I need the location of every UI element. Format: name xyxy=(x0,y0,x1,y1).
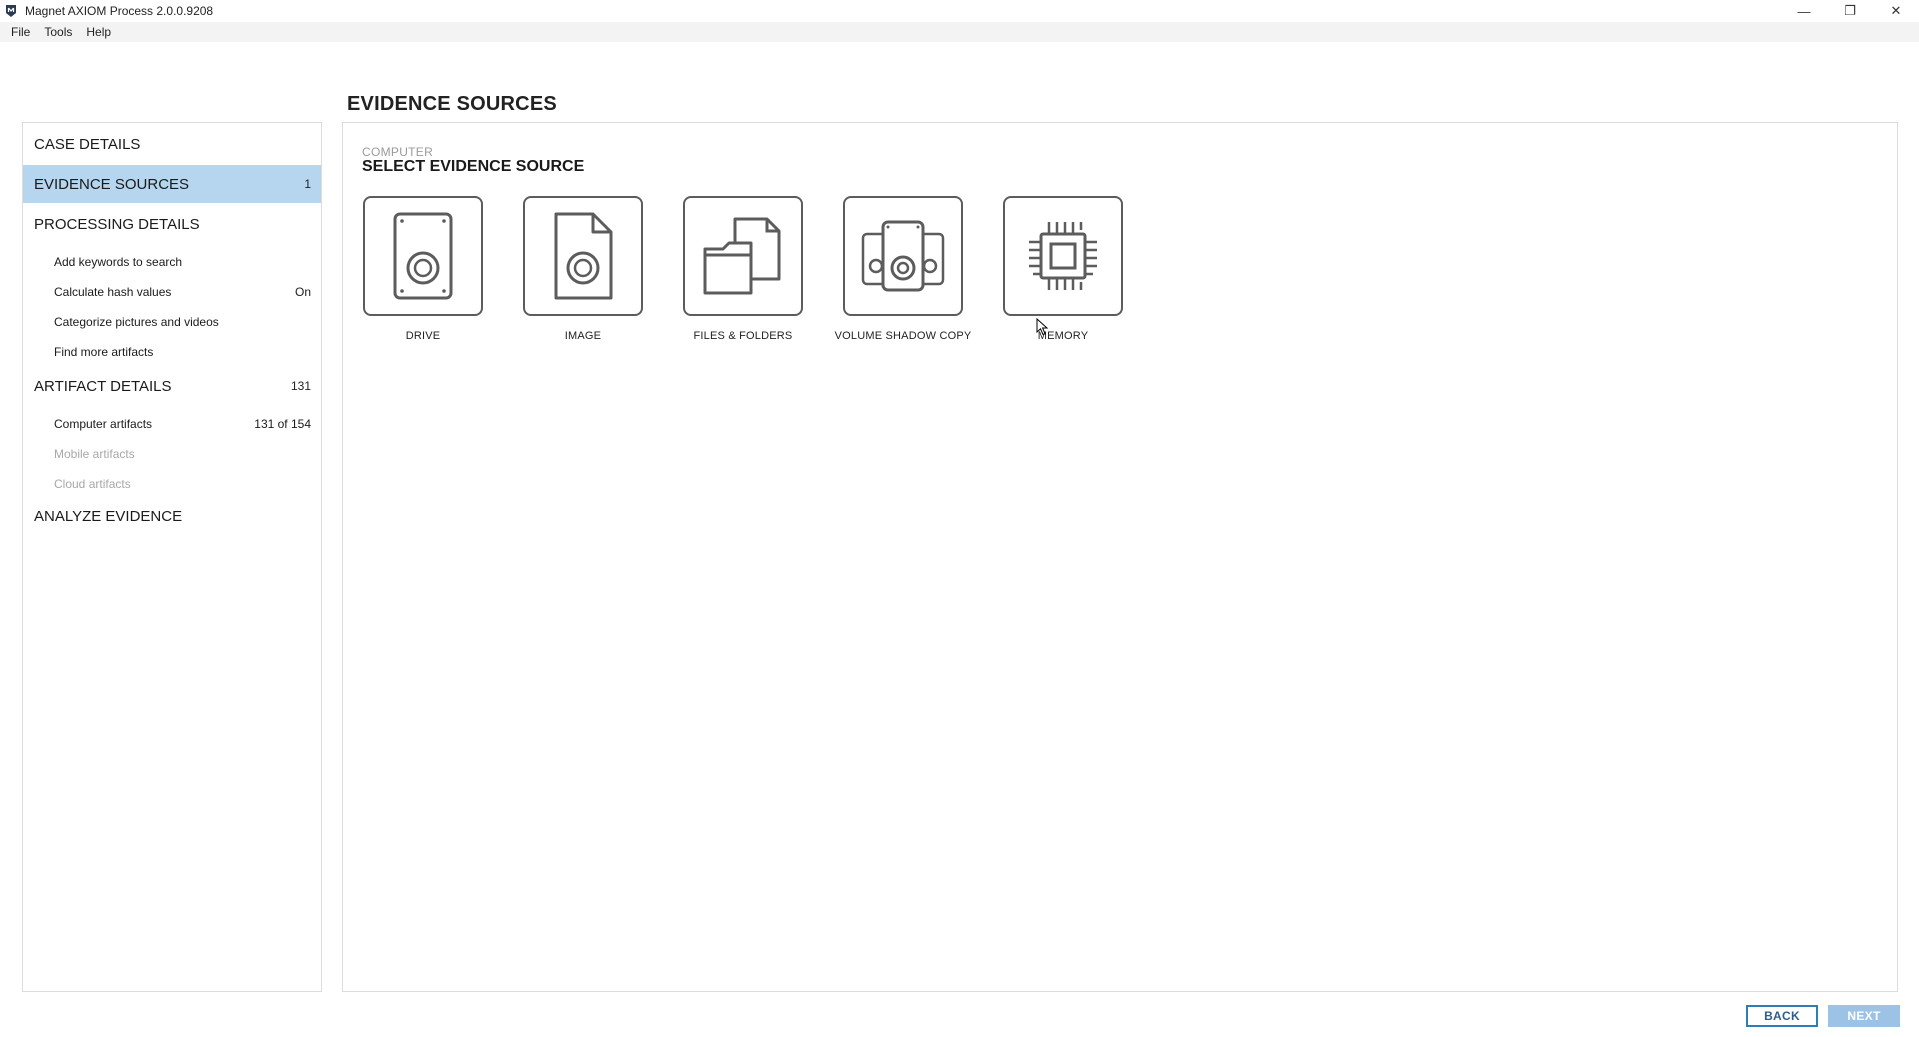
close-button[interactable]: ✕ xyxy=(1873,0,1919,22)
sidebar-nav: CASE DETAILS EVIDENCE SOURCES 1 PROCESSI… xyxy=(22,122,322,992)
sidebar-subitem-label: Calculate hash values xyxy=(54,285,172,299)
source-label: IMAGE xyxy=(564,330,602,342)
next-button[interactable]: NEXT xyxy=(1828,1005,1900,1027)
page-title: EVIDENCE SOURCES xyxy=(347,93,557,115)
image-file-icon xyxy=(554,212,613,300)
restore-button[interactable]: ❐ xyxy=(1827,0,1873,22)
sidebar-subitem-mobile-artifacts: Mobile artifacts xyxy=(23,442,321,466)
drive-icon xyxy=(393,212,453,300)
computer-artifacts-count: 131 of 154 xyxy=(254,417,311,431)
files-folders-icon xyxy=(703,217,781,295)
menu-help[interactable]: Help xyxy=(79,25,118,39)
volume-shadow-copy-tile-box[interactable] xyxy=(843,196,963,316)
menu-file[interactable]: File xyxy=(4,25,37,39)
sidebar-subitem-label: Add keywords to search xyxy=(54,255,183,269)
sidebar-subitem-find-more-artifacts[interactable]: Find more artifacts xyxy=(23,340,321,364)
sidebar-item-analyze-evidence[interactable]: ANALYZE EVIDENCE xyxy=(23,497,321,535)
memory-chip-icon xyxy=(1029,222,1097,290)
volume-shadow-copy-icon xyxy=(861,220,945,292)
sidebar-subitem-calculate-hash[interactable]: Calculate hash values On xyxy=(23,280,321,304)
evidence-count-badge: 1 xyxy=(304,177,311,191)
sidebar-item-label: CASE DETAILS xyxy=(34,135,141,153)
source-tile-image[interactable]: IMAGE xyxy=(503,196,663,346)
source-tile-memory[interactable]: MEMORY xyxy=(983,196,1143,346)
source-tile-volume-shadow-copy[interactable]: VOLUME SHADOW COPY xyxy=(823,196,983,346)
sidebar-item-label: ARTIFACT DETAILS xyxy=(34,377,172,395)
sidebar-item-artifact-details[interactable]: ARTIFACT DETAILS 131 xyxy=(23,367,321,405)
artifact-count-badge: 131 xyxy=(290,379,311,393)
section-title: SELECT EVIDENCE SOURCE xyxy=(362,158,585,175)
window-titlebar: Magnet AXIOM Process 2.0.0.9208 — ❐ ✕ xyxy=(0,0,1919,22)
source-tile-drive[interactable]: DRIVE xyxy=(343,196,503,346)
source-label: DRIVE xyxy=(405,330,441,342)
files-folders-tile-box[interactable] xyxy=(683,196,803,316)
hash-status-value: On xyxy=(294,285,311,299)
sidebar-subitem-label: Find more artifacts xyxy=(54,345,154,359)
magnet-axiom-icon xyxy=(5,4,19,18)
image-tile-box[interactable] xyxy=(523,196,643,316)
sidebar-subitem-add-keywords[interactable]: Add keywords to search xyxy=(23,250,321,274)
sidebar-subitem-label: Mobile artifacts xyxy=(54,447,135,461)
source-tile-files-folders[interactable]: FILES & FOLDERS xyxy=(663,196,823,346)
sidebar-item-case-details[interactable]: CASE DETAILS xyxy=(23,125,321,163)
sidebar-item-label: ANALYZE EVIDENCE xyxy=(34,507,183,525)
section-kicker: COMPUTER xyxy=(362,145,434,159)
source-label: FILES & FOLDERS xyxy=(693,330,793,342)
sidebar-item-processing-details[interactable]: PROCESSING DETAILS xyxy=(23,205,321,243)
sidebar-subitem-label: Computer artifacts xyxy=(54,417,153,431)
back-button[interactable]: BACK xyxy=(1746,1005,1818,1027)
sidebar-subitem-categorize-pictures[interactable]: Categorize pictures and videos xyxy=(23,310,321,334)
window-controls: — ❐ ✕ xyxy=(1781,0,1919,22)
sidebar-subitem-computer-artifacts[interactable]: Computer artifacts 131 of 154 xyxy=(23,412,321,436)
sidebar-item-evidence-sources[interactable]: EVIDENCE SOURCES 1 xyxy=(23,165,321,203)
memory-tile-box[interactable] xyxy=(1003,196,1123,316)
drive-tile-box[interactable] xyxy=(363,196,483,316)
menu-tools[interactable]: Tools xyxy=(37,25,79,39)
sidebar-subitem-cloud-artifacts: Cloud artifacts xyxy=(23,472,321,496)
sidebar-item-label: EVIDENCE SOURCES xyxy=(34,175,190,193)
window-title: Magnet AXIOM Process 2.0.0.9208 xyxy=(25,4,214,18)
sidebar-subitem-label: Cloud artifacts xyxy=(54,477,131,491)
sidebar-item-label: PROCESSING DETAILS xyxy=(34,215,200,233)
sidebar-subitem-label: Categorize pictures and videos xyxy=(54,315,219,329)
mouse-cursor-icon xyxy=(1036,318,1048,336)
minimize-button[interactable]: — xyxy=(1781,0,1827,22)
menu-bar: File Tools Help xyxy=(0,22,1919,42)
source-label: VOLUME SHADOW COPY xyxy=(834,330,972,342)
